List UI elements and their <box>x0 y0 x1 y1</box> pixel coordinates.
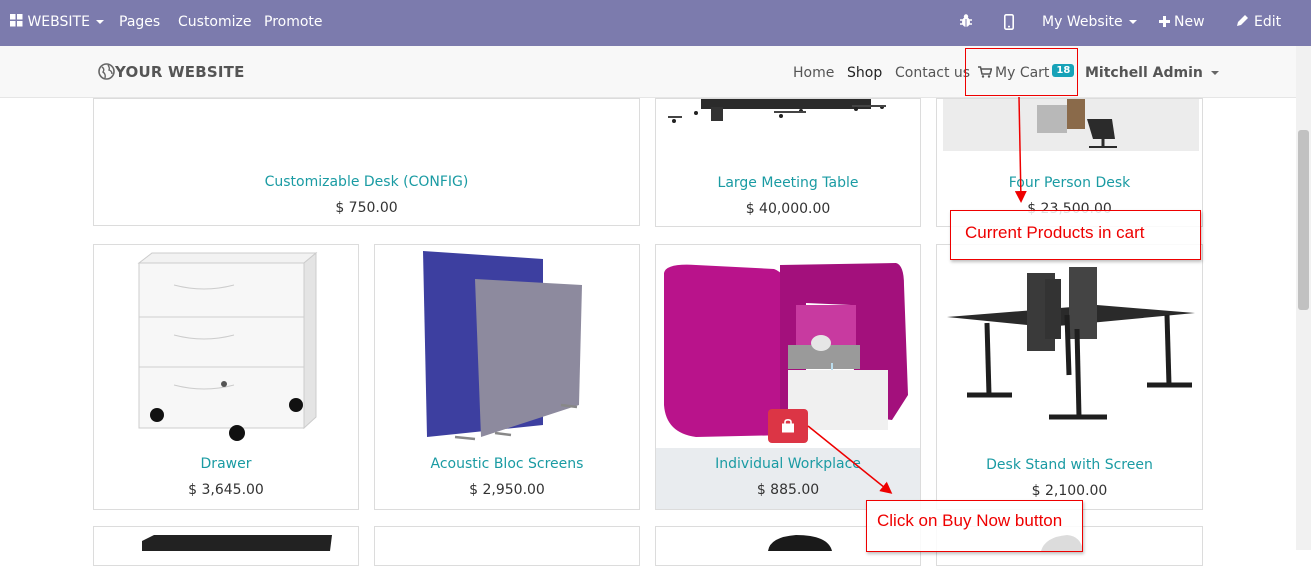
nav-contact-us[interactable]: Contact us <box>895 65 970 81</box>
site-selector[interactable]: My Website <box>1042 14 1137 30</box>
product-name[interactable]: Customizable Desk (CONFIG) <box>94 174 639 190</box>
mobile-preview-icon[interactable] <box>1004 14 1014 34</box>
product-card-customizable-desk[interactable]: Customizable Desk (CONFIG) $ 750.00 <box>93 98 640 226</box>
cart-annotation: Current Products in cart <box>950 210 1201 260</box>
chevron-down-icon <box>1210 71 1219 75</box>
customize-menu[interactable]: Customize <box>178 14 252 30</box>
apps-grid-icon <box>10 14 23 27</box>
buy-now-button[interactable] <box>768 409 808 443</box>
user-menu[interactable]: Mitchell Admin <box>1085 65 1219 81</box>
product-price: $ 885.00 <box>756 482 820 498</box>
plus-icon <box>1159 16 1170 27</box>
site-logo-text: YOUR WEBSITE <box>115 63 245 81</box>
product-card-four-person-desk[interactable]: Four Person Desk $ 23,500.00 <box>936 98 1203 227</box>
product-card-drawer[interactable]: Drawer $ 3,645.00 <box>93 244 359 510</box>
admin-topbar: WEBSITE Pages Customize Promote My Websi… <box>0 0 1311 46</box>
product-image <box>937 99 1202 151</box>
new-button[interactable]: New <box>1159 14 1205 30</box>
product-price: $ 3,645.00 <box>188 482 264 498</box>
product-card-large-meeting-table[interactable]: Large Meeting Table $ 40,000.00 <box>655 98 921 227</box>
scrollbar-thumb[interactable] <box>1298 130 1309 310</box>
site-logo[interactable]: YOUR WEBSITE <box>98 63 245 81</box>
website-menu[interactable]: WEBSITE <box>10 14 104 30</box>
product-image <box>656 99 920 139</box>
pages-menu[interactable]: Pages <box>119 14 160 30</box>
product-name[interactable]: Large Meeting Table <box>656 175 920 191</box>
product-price: $ 2,100.00 <box>1031 483 1108 499</box>
product-name[interactable]: Acoustic Bloc Screens <box>375 456 639 472</box>
globe-icon <box>98 63 115 80</box>
chevron-down-icon <box>1128 20 1137 24</box>
product-name[interactable]: Desk Stand with Screen <box>937 457 1202 473</box>
pencil-icon <box>1237 15 1248 26</box>
product-name[interactable]: Individual Workplace <box>656 456 920 472</box>
edit-button-label: Edit <box>1254 14 1282 30</box>
product-name[interactable]: Drawer <box>94 456 358 472</box>
product-card-acoustic-bloc-screens[interactable]: Acoustic Bloc Screens $ 2,950.00 <box>374 244 640 510</box>
site-selector-label: My Website <box>1042 14 1123 30</box>
product-card[interactable] <box>374 526 640 566</box>
product-image <box>94 245 358 450</box>
nav-home[interactable]: Home <box>793 65 834 81</box>
product-card-individual-workplace[interactable]: Individual Workplace $ 885.00 <box>655 244 921 510</box>
user-name: Mitchell Admin <box>1085 65 1203 81</box>
promote-menu[interactable]: Promote <box>264 14 323 30</box>
product-card[interactable] <box>93 526 359 566</box>
page-scrollbar[interactable] <box>1296 46 1311 550</box>
product-price: $ 2,950.00 <box>469 482 545 498</box>
product-card-desk-stand-with-screen[interactable]: Desk Stand with Screen $ 2,100.00 <box>936 244 1203 510</box>
edit-button[interactable]: Edit <box>1236 14 1281 30</box>
website-menu-label: WEBSITE <box>27 14 90 30</box>
product-price: $ 40,000.00 <box>745 201 831 217</box>
buy-annotation: Click on Buy Now button <box>866 500 1083 552</box>
product-image <box>94 527 358 551</box>
nav-shop[interactable]: Shop <box>847 65 882 81</box>
product-image <box>937 245 1202 450</box>
website-navbar: YOUR WEBSITE Home Shop Contact us My Car… <box>0 46 1311 98</box>
debug-bug-icon[interactable] <box>959 13 973 33</box>
cart-highlight-box <box>965 48 1078 96</box>
product-name[interactable]: Four Person Desk <box>937 175 1202 191</box>
shopping-bag-icon <box>782 419 794 433</box>
new-button-label: New <box>1174 14 1205 30</box>
product-price: $ 750.00 <box>335 200 398 216</box>
chevron-down-icon <box>95 20 104 24</box>
product-image <box>375 245 639 450</box>
